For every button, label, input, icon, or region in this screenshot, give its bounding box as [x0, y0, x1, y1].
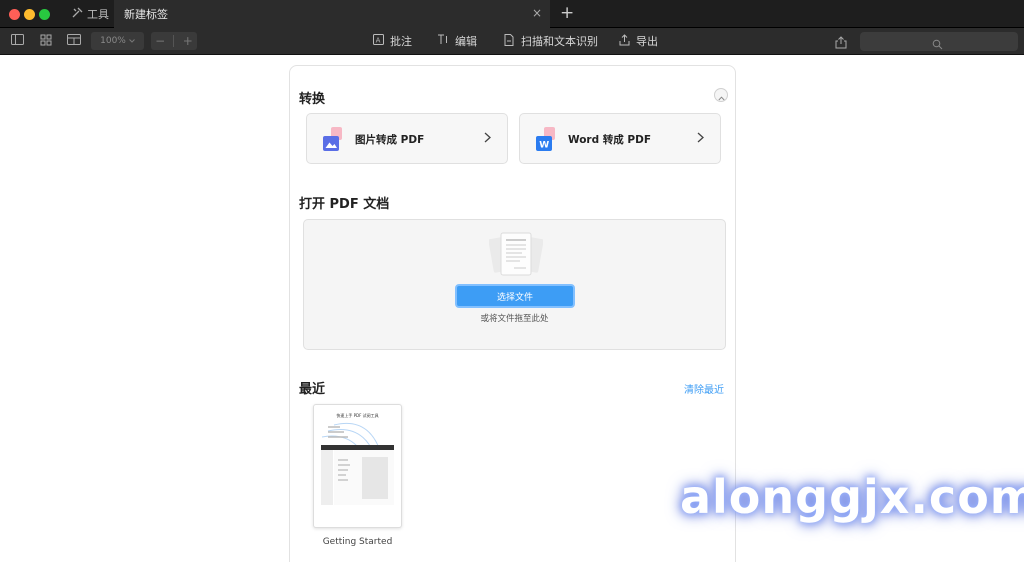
tools-icon [72, 7, 83, 21]
edit-label: 编辑 [455, 35, 477, 48]
image-to-pdf-icon [323, 127, 345, 151]
svg-text:A: A [375, 37, 380, 45]
new-tab-panel: 转换 图片转成 PDF W Word 转成 PDF 打开 PDF 文档 选择文件… [289, 65, 736, 562]
zoom-window-button[interactable] [39, 9, 50, 20]
thumbnail-preview [321, 422, 394, 505]
close-window-button[interactable] [9, 9, 20, 20]
zoom-level-value: 100% [100, 36, 126, 46]
open-pdf-section-title: 打开 PDF 文档 [299, 197, 390, 212]
minimize-window-button[interactable] [24, 9, 35, 20]
zoom-stepper: − + [151, 32, 197, 50]
image-to-pdf-label: 图片转成 PDF [355, 134, 425, 146]
annotate-icon: A [371, 34, 385, 48]
search-icon [932, 35, 943, 54]
thumbnail-grid-icon[interactable] [40, 34, 54, 48]
pdf-drop-zone[interactable]: 选择文件 或将文件拖至此处 [303, 219, 726, 350]
main-toolbar: 100% − + A 批注 编辑 扫描和文本识别 导出 [0, 28, 1024, 55]
word-to-pdf-icon: W [536, 127, 558, 151]
word-to-pdf-card[interactable]: W Word 转成 PDF [519, 113, 721, 164]
recent-section-title: 最近 [299, 382, 326, 397]
page-view-icon[interactable] [67, 34, 81, 48]
annotate-label: 批注 [390, 35, 412, 48]
tab-new-tab-label: 新建标签 [124, 8, 168, 21]
choose-file-button[interactable]: 选择文件 [455, 284, 575, 308]
word-to-pdf-label: Word 转成 PDF [568, 134, 652, 146]
convert-section-title: 转换 [299, 92, 326, 107]
close-tab-icon[interactable]: × [532, 6, 542, 20]
zoom-out-button[interactable]: − [155, 34, 165, 48]
export-tool-button[interactable]: 导出 [617, 33, 658, 49]
window-tab-bar: 工具 新建标签 × + [0, 0, 1024, 28]
tab-new-tab[interactable]: 新建标签 × [114, 0, 550, 28]
tab-tools[interactable]: 工具 [62, 0, 114, 28]
zoom-level-select[interactable]: 100% [91, 32, 144, 50]
edit-text-icon [436, 34, 450, 48]
site-watermark: alonggjx.com [680, 470, 1024, 524]
svg-text:W: W [539, 141, 549, 151]
zoom-in-button[interactable]: + [183, 34, 193, 48]
scan-ocr-tool-button[interactable]: 扫描和文本识别 [502, 33, 598, 49]
chevron-right-icon [697, 131, 704, 147]
export-label: 导出 [636, 35, 658, 48]
recent-file-thumbnail[interactable]: 快速上手 PDF 试阅工具 [313, 404, 402, 528]
annotate-tool-button[interactable]: A 批注 [371, 33, 412, 49]
export-icon [617, 33, 631, 49]
chevron-down-icon [129, 36, 135, 46]
clear-recent-link[interactable]: 清除最近 [684, 381, 724, 396]
drop-hint-text: 或将文件拖至此处 [480, 314, 549, 324]
share-icon[interactable] [835, 34, 849, 49]
document-icon [488, 232, 544, 278]
new-tab-button[interactable]: + [560, 3, 574, 23]
chevron-up-icon [717, 86, 725, 105]
search-input[interactable] [860, 32, 1018, 51]
chevron-right-icon [484, 131, 491, 147]
scan-ocr-label: 扫描和文本识别 [521, 35, 598, 48]
edit-tool-button[interactable]: 编辑 [436, 33, 477, 49]
tab-tools-label: 工具 [87, 8, 109, 21]
scan-ocr-icon [502, 33, 516, 49]
image-to-pdf-card[interactable]: 图片转成 PDF [306, 113, 508, 164]
recent-file-name: Getting Started [322, 537, 393, 547]
sidebar-toggle-icon[interactable] [11, 34, 25, 48]
collapse-section-button[interactable] [714, 88, 728, 102]
zoom-stepper-divider [173, 35, 175, 47]
